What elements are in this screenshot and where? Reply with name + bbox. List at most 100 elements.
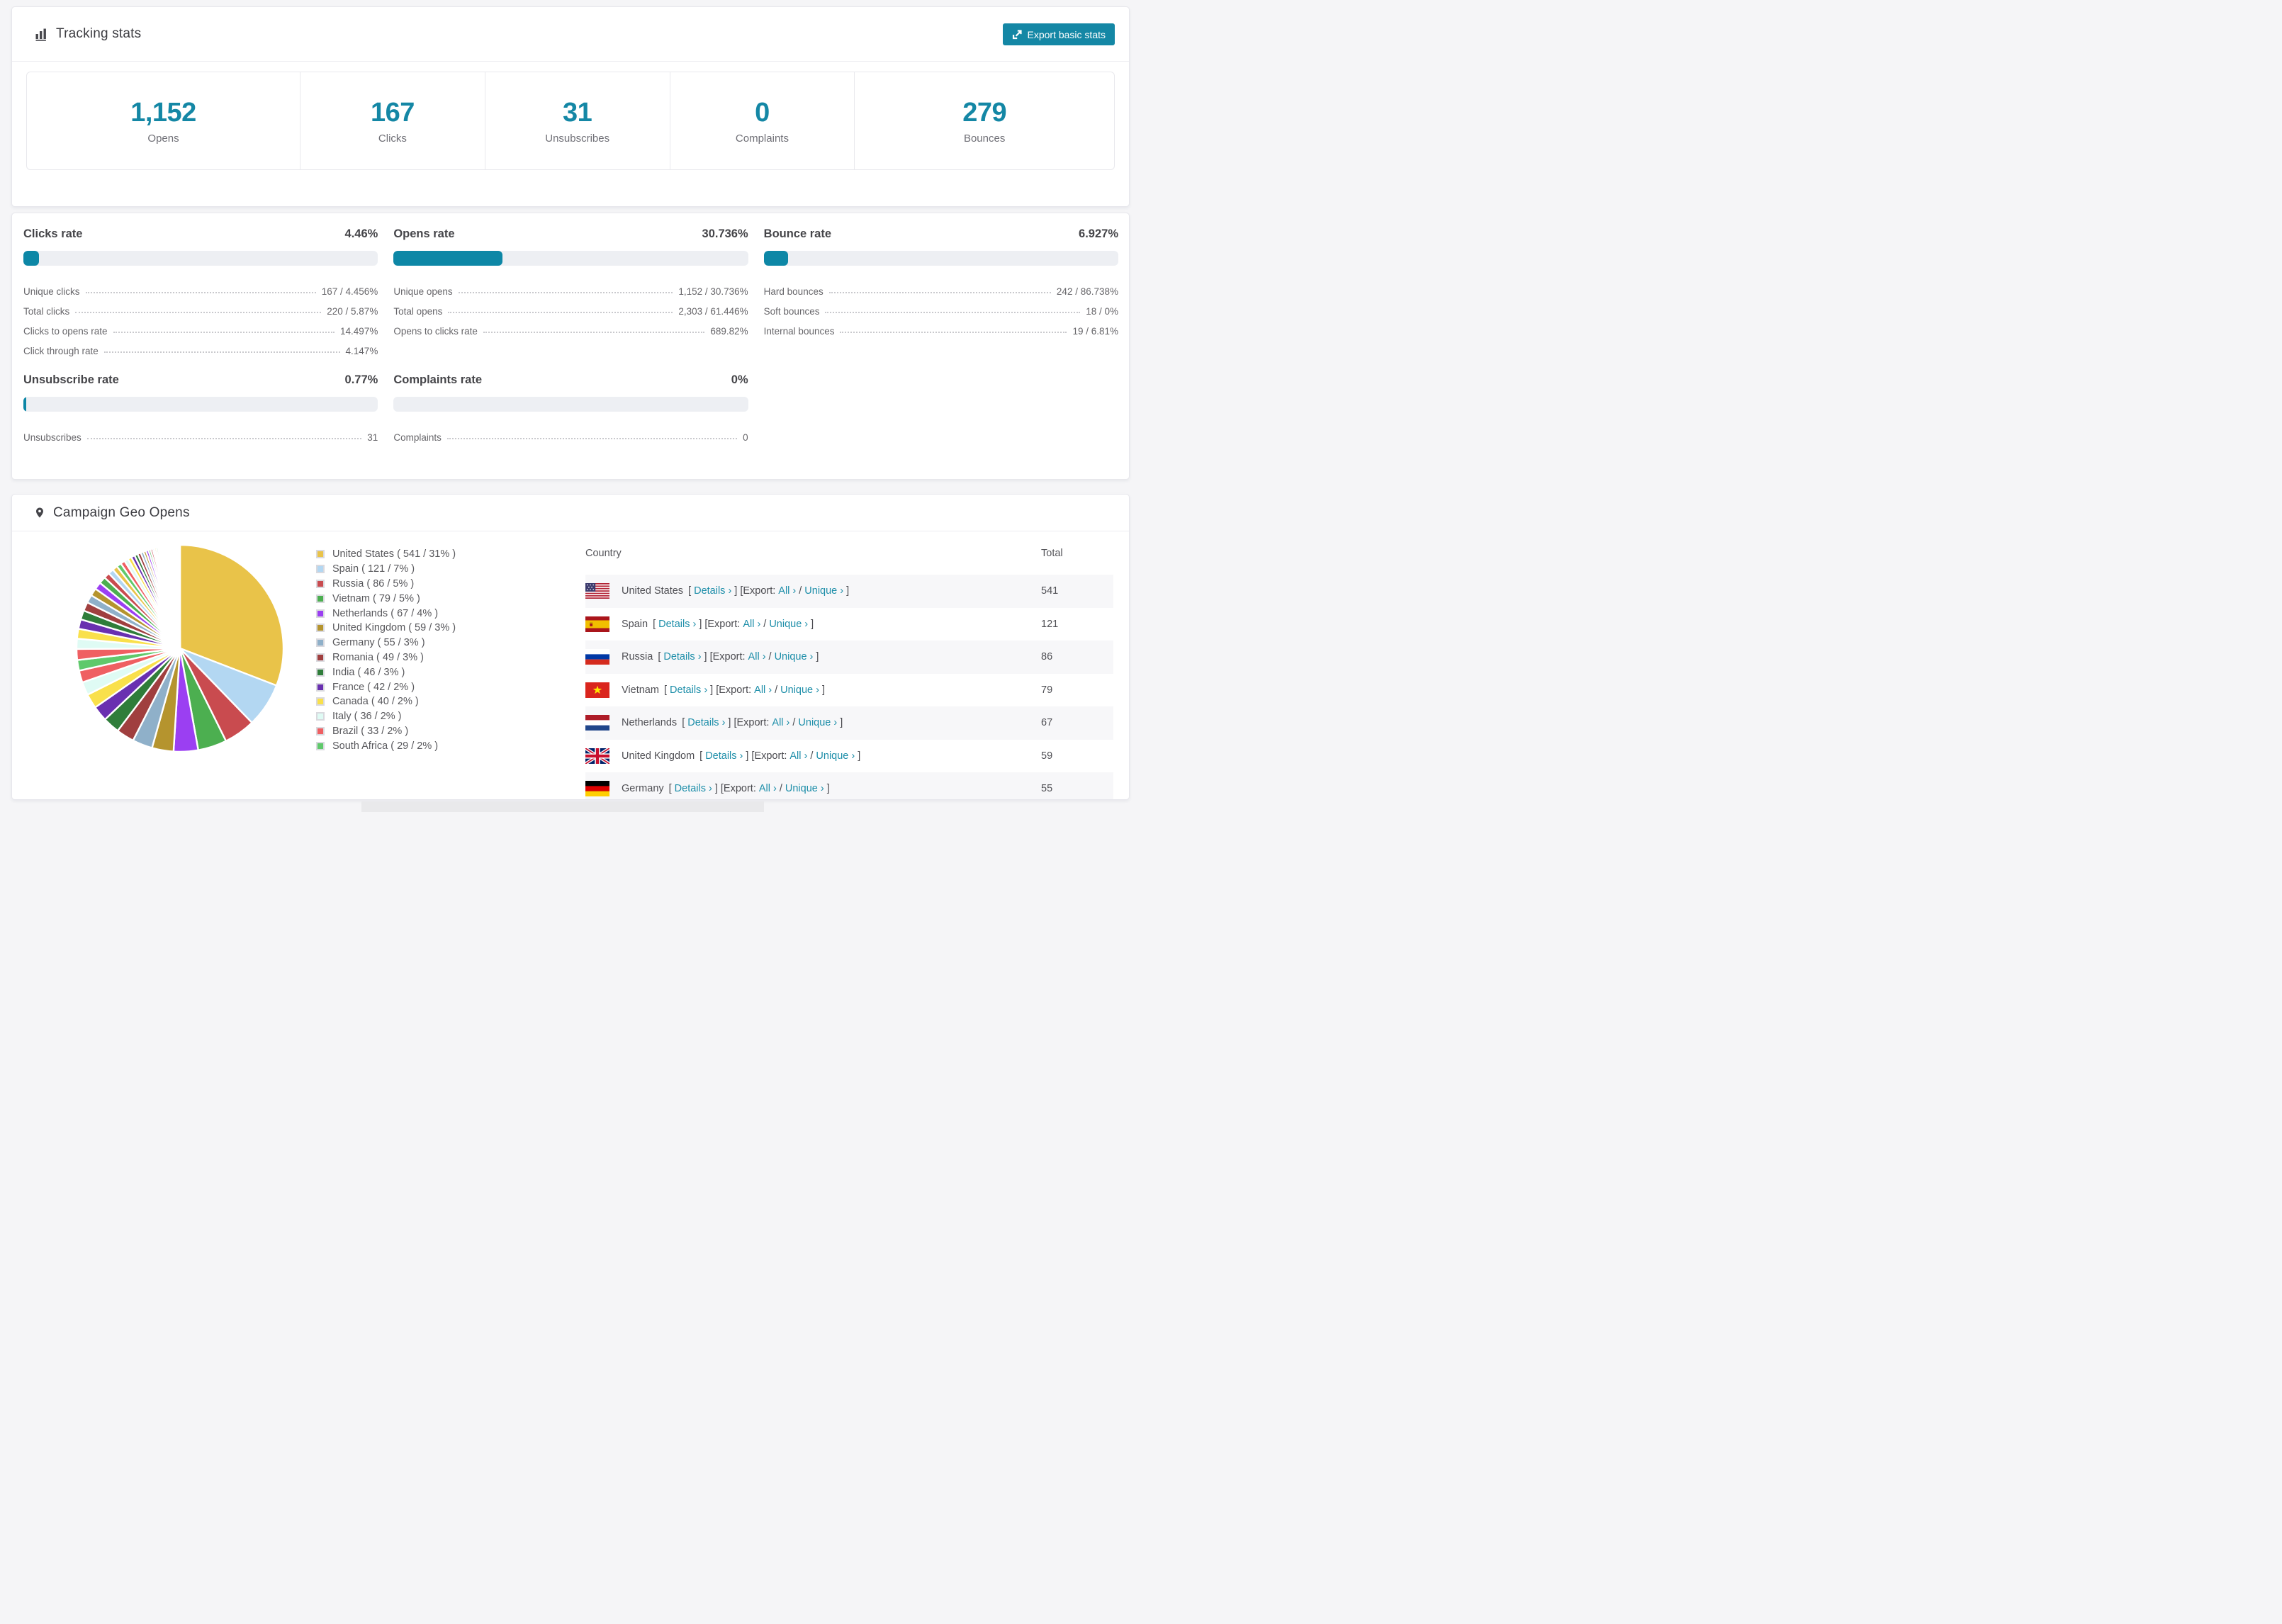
horizontal-scrollbar[interactable] [361, 801, 764, 812]
bracket-close: ] [704, 651, 707, 663]
details-link[interactable]: Details › [658, 619, 696, 630]
legend-label: Brazil ( 33 / 2% ) [332, 725, 409, 737]
dotted-leader [448, 312, 673, 313]
bracket-close: ] [714, 783, 718, 795]
rate-row-opens-to-clicks-rate: Opens to clicks rate 689.82% [393, 317, 748, 337]
country-name: Vietnam [622, 684, 659, 696]
export-all-link[interactable]: All › [772, 717, 789, 728]
stat-card-complaints: 0 Complaints [669, 72, 855, 169]
rate-row-label: Hard bounces [763, 286, 824, 297]
country-total: 59 [1041, 739, 1113, 772]
rate-row-hard-bounces: Hard bounces 242 / 86.738% [764, 277, 1118, 297]
export-all-link[interactable]: All › [754, 684, 772, 696]
rate-row-value: 167 / 4.456% [321, 286, 378, 297]
export-all-link[interactable]: All › [748, 651, 766, 662]
rate-row-total-opens: Total opens 2,303 / 61.446% [393, 297, 748, 317]
rate-row-value: 689.82% [710, 326, 748, 337]
rates-card: Clicks rate 4.46% Unique clicks 167 / 4.… [11, 213, 1130, 480]
geo-pie-legend: United States ( 541 / 31% ) Spain ( 121 /… [316, 547, 456, 753]
legend-label: United Kingdom ( 59 / 3% ) [332, 622, 456, 634]
rate-row-value: 0 [743, 432, 748, 443]
complaints-rate-section: Complaints rate 0% Complaints 0 [393, 373, 748, 443]
details-link[interactable]: Details › [663, 651, 701, 662]
bounce-rate-section: Bounce rate 6.927% Hard bounces 242 / 86… [763, 227, 1118, 356]
details-link[interactable]: Details › [694, 585, 731, 597]
legend-label: Germany ( 55 / 3% ) [332, 637, 425, 649]
unsubscribe-rate-head: Unsubscribe rate 0.77% [23, 373, 378, 387]
legend-item-canada: Canada ( 40 / 2% ) [316, 694, 456, 709]
legend-label: France ( 42 / 2% ) [332, 681, 415, 693]
bracket-open: [ [653, 618, 656, 630]
flag-us-icon [585, 583, 609, 599]
export-close: ] [826, 783, 830, 795]
bounce-rate-rows: Hard bounces 242 / 86.738% Soft bounces … [764, 277, 1118, 337]
export-unique-link[interactable]: Unique › [785, 783, 824, 794]
dotted-leader [458, 292, 673, 293]
rate-percent: 30.736% [702, 227, 748, 240]
bracket-close: ] [699, 618, 702, 630]
complaints-rate-progressbar [393, 397, 748, 412]
stat-card-opens: 1,152 Opens [27, 72, 300, 169]
country-cell: Spain[Details ›] [Export: All › / Unique ›] [585, 607, 1041, 641]
export-all-link[interactable]: All › [743, 619, 760, 630]
legend-label: Netherlands ( 67 / 4% ) [332, 607, 439, 619]
country-cell: United Kingdom[Details ›] [Export: All › / U… [585, 739, 1041, 772]
details-link[interactable]: Details › [687, 717, 725, 728]
export-close: ] [821, 684, 826, 696]
geo-body: United States ( 541 / 31% ) Spain ( 121 /… [12, 531, 1129, 799]
export-all-link[interactable]: All › [759, 783, 777, 794]
unsubscribe-rate-rows: Unsubscribes 31 [23, 423, 378, 443]
dotted-leader [825, 312, 1081, 313]
export-close: ] [858, 750, 861, 762]
bracket-open: [ [663, 684, 667, 696]
stat-card-bounces: 279 Bounces [854, 72, 1114, 169]
country-name: United States [622, 585, 684, 597]
country-cell: Vietnam[Details ›] [Export: All › / Unique ›… [585, 673, 1041, 706]
bracket-close: ] [710, 684, 714, 696]
rate-row-label: Unique opens [393, 286, 453, 297]
rate-row-label: Soft bounces [763, 306, 820, 317]
details-link[interactable]: Details › [675, 783, 712, 794]
details-link[interactable]: Details › [705, 750, 743, 762]
rate-title: Bounce rate [763, 227, 832, 240]
rate-row-click-through-rate: Click through rate 4.147% [23, 337, 378, 356]
opens-rate-rows: Unique opens 1,152 / 30.736% Total opens… [393, 277, 748, 337]
rate-row-value: 220 / 5.87% [327, 306, 378, 317]
export-unique-link[interactable]: Unique › [780, 684, 819, 696]
stat-value: 1,152 [130, 97, 196, 128]
export-unique-link[interactable]: Unique › [804, 585, 843, 597]
stat-value: 31 [563, 97, 592, 128]
opens-rate-progress-fill [393, 251, 503, 266]
export-unique-link[interactable]: Unique › [816, 750, 855, 762]
pie-slice-other-63[interactable] [179, 543, 181, 649]
country-name: Germany [622, 783, 664, 795]
geo-table-header-row: Country Total [585, 531, 1113, 575]
export-open: [Export: [720, 783, 756, 795]
export-open: [Export: [751, 750, 787, 762]
export-all-link[interactable]: All › [789, 750, 807, 762]
export-unique-link[interactable]: Unique › [775, 651, 814, 662]
column-header-total: Total [1041, 547, 1063, 559]
rate-row-label: Click through rate [23, 346, 99, 356]
export-unique-link[interactable]: Unique › [798, 717, 837, 728]
details-link[interactable]: Details › [670, 684, 707, 696]
geo-row-netherlands: Netherlands[Details ›] [Export: All › / Uniq… [585, 706, 1113, 740]
country-total: 79 [1041, 673, 1113, 706]
rate-row-label: Unsubscribes [23, 432, 82, 443]
rate-row-value: 2,303 / 61.446% [678, 306, 748, 317]
legend-item-russia: Russia ( 86 / 5% ) [316, 577, 456, 592]
legend-item-vietnam: Vietnam ( 79 / 5% ) [316, 591, 456, 606]
slash: / [792, 717, 796, 729]
dotted-leader [483, 332, 705, 333]
legend-item-united-kingdom: United Kingdom ( 59 / 3% ) [316, 621, 456, 636]
geo-row-germany: Germany[Details ›] [Export: All › / Unique ›… [585, 772, 1113, 799]
export-all-link[interactable]: All › [778, 585, 796, 597]
bracket-open: [ [658, 651, 661, 663]
export-basic-stats-button[interactable]: Export basic stats [1002, 23, 1115, 45]
rate-row-soft-bounces: Soft bounces 18 / 0% [764, 297, 1118, 317]
flag-es-icon [585, 616, 609, 632]
export-unique-link[interactable]: Unique › [769, 619, 808, 630]
rate-title: Opens rate [393, 227, 455, 240]
clicks-rate-section: Clicks rate 4.46% Unique clicks 167 / 4.… [23, 227, 378, 356]
rate-row-label: Internal bounces [763, 326, 835, 337]
